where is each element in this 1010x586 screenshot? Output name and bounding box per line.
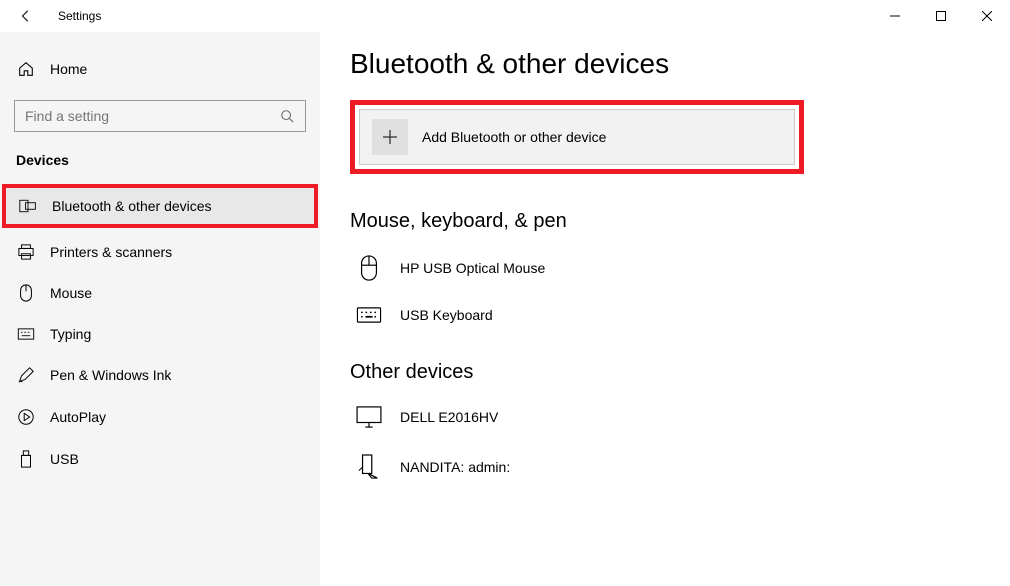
keyboard-icon	[16, 328, 36, 340]
page-title: Bluetooth & other devices	[350, 48, 980, 80]
home-label: Home	[50, 61, 87, 77]
sidebar-item-label: USB	[50, 451, 79, 467]
section-mouse-keyboard: Mouse, keyboard, & pen HP USB Optical Mo…	[350, 210, 980, 331]
sidebar: Home Devices Bluetooth & other devices P…	[0, 32, 320, 586]
search-icon	[279, 109, 295, 123]
bluetooth-devices-icon	[18, 199, 38, 213]
section-title: Other devices	[350, 361, 980, 384]
sidebar-item-printers[interactable]: Printers & scanners	[0, 232, 320, 272]
home-icon	[16, 60, 36, 78]
sidebar-item-mouse[interactable]: Mouse	[0, 272, 320, 314]
device-name: HP USB Optical Mouse	[400, 260, 545, 276]
maximize-button[interactable]	[918, 0, 964, 32]
mouse-icon	[16, 284, 36, 302]
device-name: USB Keyboard	[400, 307, 493, 323]
sidebar-item-label: Pen & Windows Ink	[50, 367, 171, 383]
device-item[interactable]: USB Keyboard	[350, 299, 980, 331]
keyboard-device-icon	[356, 307, 382, 323]
usb-icon	[16, 450, 36, 468]
mouse-device-icon	[356, 255, 382, 281]
main-content: Bluetooth & other devices Add Bluetooth …	[320, 32, 1010, 586]
search-box[interactable]	[14, 100, 306, 132]
titlebar: Settings	[0, 0, 1010, 32]
search-input[interactable]	[25, 108, 279, 124]
sidebar-item-label: Mouse	[50, 285, 92, 301]
back-button[interactable]	[16, 9, 36, 23]
highlight-add: Add Bluetooth or other device	[350, 100, 804, 174]
sidebar-item-bluetooth[interactable]: Bluetooth & other devices	[6, 188, 314, 224]
window-controls	[872, 0, 1010, 32]
sidebar-item-label: Printers & scanners	[50, 244, 172, 260]
pen-icon	[16, 366, 36, 384]
highlight-sidebar: Bluetooth & other devices	[2, 184, 318, 228]
device-name: DELL E2016HV	[400, 409, 498, 425]
device-item[interactable]: HP USB Optical Mouse	[350, 247, 980, 289]
sidebar-item-label: Typing	[50, 326, 91, 342]
sidebar-item-usb[interactable]: USB	[0, 438, 320, 480]
window-title: Settings	[58, 9, 101, 23]
minimize-button[interactable]	[872, 0, 918, 32]
sidebar-item-pen[interactable]: Pen & Windows Ink	[0, 354, 320, 396]
add-device-label: Add Bluetooth or other device	[422, 129, 606, 145]
add-device-button[interactable]: Add Bluetooth or other device	[359, 109, 795, 165]
device-name: NANDITA: admin:	[400, 459, 510, 475]
close-button[interactable]	[964, 0, 1010, 32]
section-other-devices: Other devices DELL E2016HV NANDITA: admi…	[350, 361, 980, 488]
device-item[interactable]: DELL E2016HV	[350, 398, 980, 436]
printer-icon	[16, 244, 36, 260]
sidebar-item-label: Bluetooth & other devices	[52, 198, 212, 214]
sidebar-item-label: AutoPlay	[50, 409, 106, 425]
category-label: Devices	[0, 152, 320, 184]
autoplay-icon	[16, 408, 36, 426]
miracast-icon	[356, 454, 382, 480]
sidebar-item-typing[interactable]: Typing	[0, 314, 320, 354]
sidebar-item-autoplay[interactable]: AutoPlay	[0, 396, 320, 438]
home-nav[interactable]: Home	[0, 52, 320, 86]
device-item[interactable]: NANDITA: admin:	[350, 446, 980, 488]
plus-icon	[372, 119, 408, 155]
section-title: Mouse, keyboard, & pen	[350, 210, 980, 233]
monitor-icon	[356, 406, 382, 428]
